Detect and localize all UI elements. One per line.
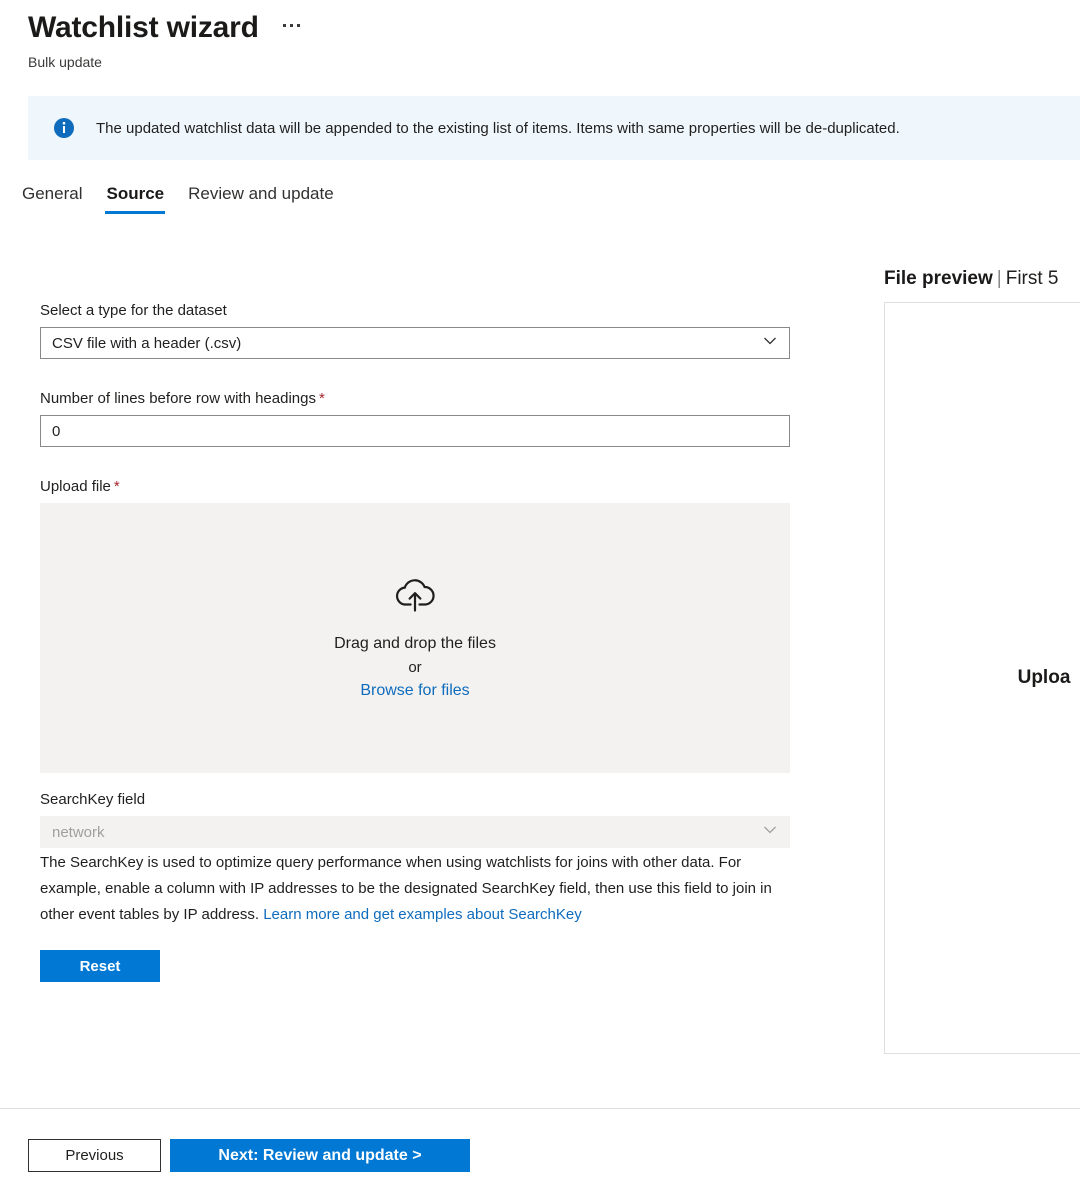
upload-file-label-text: Upload file — [40, 478, 111, 495]
file-preview-heading: File preview|First 5 — [884, 266, 1080, 292]
search-key-select[interactable]: network — [40, 816, 790, 848]
reset-button[interactable]: Reset — [40, 950, 160, 982]
watchlist-wizard-page: Watchlist wizard Bulk update The updated… — [0, 0, 1080, 1191]
upload-file-label: Upload file* — [40, 476, 790, 497]
cloud-upload-icon — [392, 575, 438, 620]
chevron-down-icon — [761, 332, 779, 354]
info-banner-text: The updated watchlist data will be appen… — [96, 118, 900, 139]
wizard-footer: Previous Next: Review and update > — [28, 1139, 470, 1172]
wizard-tabs: General Source Review and update — [10, 178, 346, 218]
previous-button[interactable]: Previous — [28, 1139, 161, 1172]
info-icon — [52, 116, 76, 140]
dataset-type-label: Select a type for the dataset — [40, 300, 790, 321]
ellipsis-dot — [297, 24, 300, 27]
lines-before-headings-input[interactable]: 0 — [40, 415, 790, 447]
ellipsis-dot — [290, 24, 293, 27]
lines-before-headings-label-text: Number of lines before row with headings — [40, 390, 316, 407]
required-asterisk: * — [114, 478, 120, 495]
file-preview-subtitle: First 5 — [1006, 268, 1059, 289]
search-key-learn-more-link[interactable]: Learn more and get examples about Search… — [263, 906, 582, 923]
page-title: Watchlist wizard — [28, 8, 259, 48]
file-dropzone[interactable]: Drag and drop the files or Browse for fi… — [40, 503, 790, 773]
search-key-helper-text: The SearchKey is used to optimize query … — [40, 850, 780, 928]
lines-before-headings-label: Number of lines before row with headings… — [40, 388, 790, 409]
title-row: Watchlist wizard — [28, 8, 1068, 48]
source-form: Select a type for the dataset CSV file w… — [40, 300, 790, 982]
info-banner: The updated watchlist data will be appen… — [28, 96, 1080, 160]
chevron-down-icon — [761, 821, 779, 843]
ellipsis-dot — [283, 24, 286, 27]
page-header: Watchlist wizard Bulk update — [28, 8, 1068, 72]
tab-general[interactable]: General — [10, 178, 94, 218]
file-preview-empty-text: Uploa — [885, 667, 1080, 689]
next-review-and-update-button[interactable]: Next: Review and update > — [170, 1139, 470, 1172]
lines-before-headings-value: 0 — [52, 423, 60, 440]
tab-source[interactable]: Source — [94, 178, 176, 218]
tab-review-and-update[interactable]: Review and update — [176, 178, 346, 218]
dataset-type-select[interactable]: CSV file with a header (.csv) — [40, 327, 790, 359]
dropzone-drag-text: Drag and drop the files — [334, 633, 496, 655]
file-preview-panel: File preview|First 5 Uploa — [884, 266, 1080, 1054]
browse-for-files-link[interactable]: Browse for files — [360, 680, 469, 702]
dataset-type-value: CSV file with a header (.csv) — [52, 335, 241, 352]
search-key-placeholder: network — [52, 824, 105, 841]
search-key-label: SearchKey field — [40, 789, 790, 810]
file-preview-box: Uploa — [884, 302, 1080, 1054]
required-asterisk: * — [319, 390, 325, 407]
file-preview-separator: | — [997, 268, 1002, 289]
footer-divider — [0, 1108, 1080, 1109]
file-preview-title: File preview — [884, 268, 993, 289]
page-subtitle: Bulk update — [28, 52, 1068, 72]
dropzone-or-text: or — [408, 657, 421, 678]
more-actions-button[interactable] — [279, 20, 304, 31]
